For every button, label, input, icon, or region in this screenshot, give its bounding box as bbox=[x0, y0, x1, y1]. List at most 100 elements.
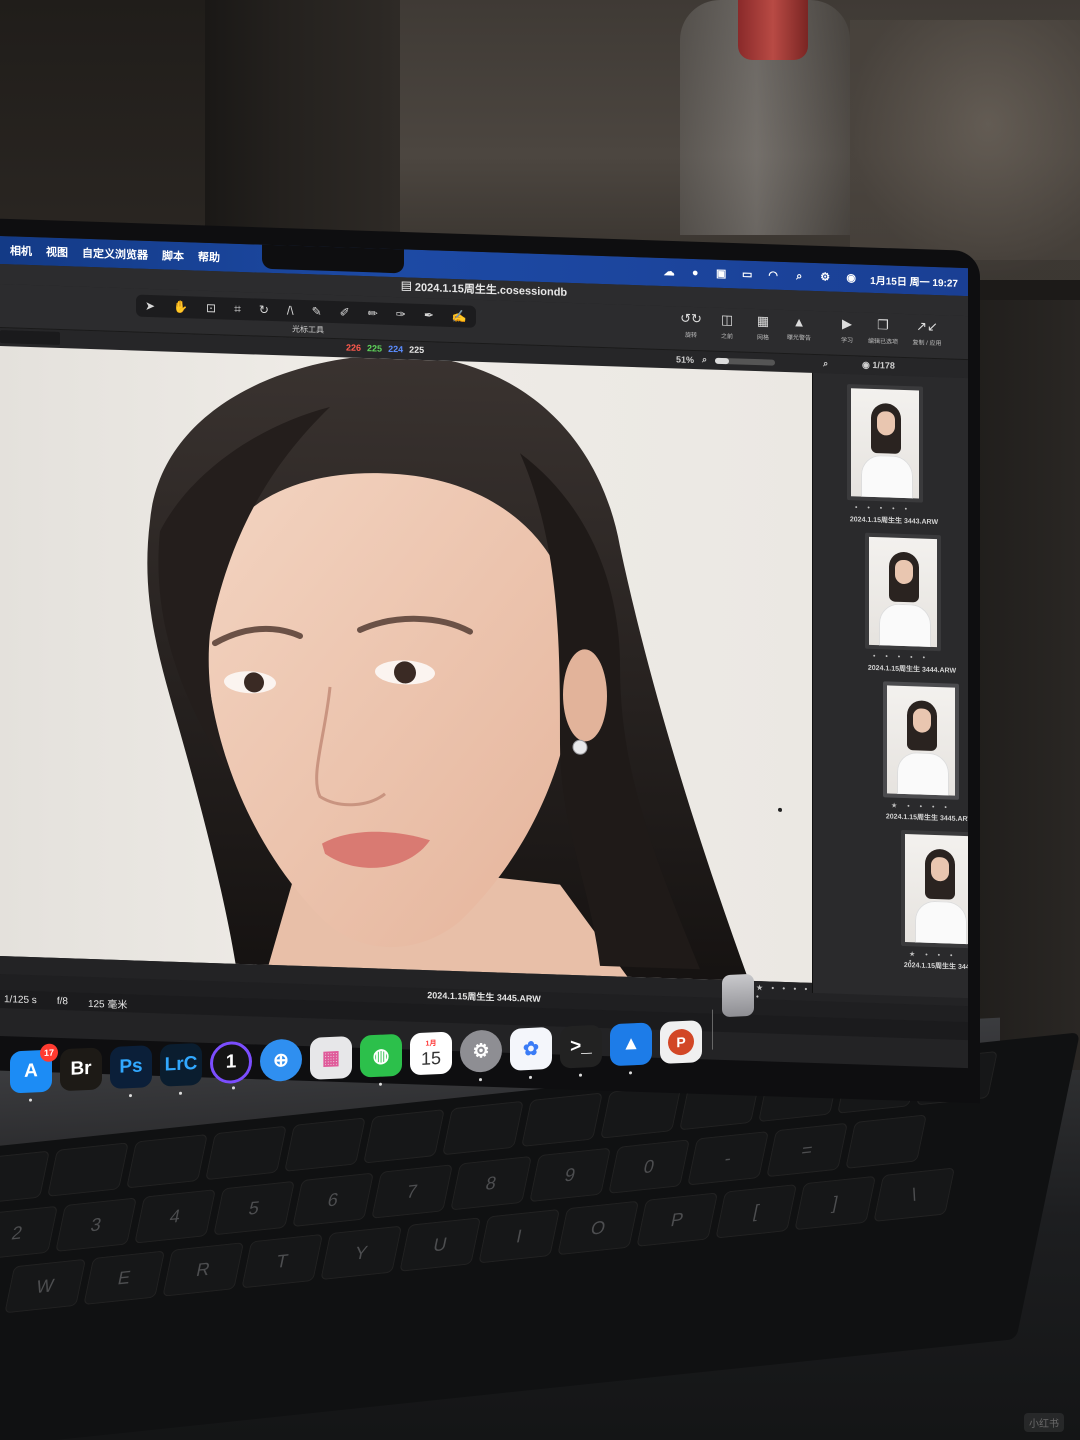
cursor-tool-icon[interactable]: ➤ bbox=[145, 299, 155, 313]
active-tool-label: 光标工具 bbox=[292, 324, 324, 335]
eye-icon[interactable]: ◉ bbox=[862, 360, 872, 370]
crop-tool-icon[interactable]: ⌗ bbox=[234, 301, 241, 316]
keyboard-key: [ bbox=[715, 1184, 798, 1239]
running-indicator bbox=[579, 1073, 582, 1077]
thumbnail-4[interactable] bbox=[901, 829, 968, 949]
zoom-control: 51% ⌕ ⌕ bbox=[676, 353, 828, 369]
menu-help[interactable]: 帮助 bbox=[198, 249, 220, 266]
eraser-tool-icon[interactable]: ✏ bbox=[368, 306, 378, 320]
thumbnail-rating[interactable]: • • • • • bbox=[855, 504, 911, 513]
thumbnail-image bbox=[887, 685, 955, 796]
annotate-tool-icon[interactable]: ✍ bbox=[452, 309, 467, 323]
dock-safari-icon[interactable]: ⊕ bbox=[260, 1038, 302, 1083]
dust-spot bbox=[778, 807, 782, 812]
style-selector[interactable] bbox=[0, 330, 60, 345]
dock-keynote-icon[interactable]: ▲ bbox=[610, 1022, 652, 1075]
pan-tool-icon[interactable]: ✋ bbox=[173, 300, 188, 314]
control-center-icon[interactable]: ⚙ bbox=[818, 271, 832, 283]
menu-camera[interactable]: 相机 bbox=[10, 242, 32, 259]
menu-status-area: ☁ ● ▣ ▭ ◠ ⌕ ⚙ ◉ 1月15日 周一 19:27 bbox=[662, 264, 958, 289]
right-toolbar: ↺↻ 旋转 ◫ 之前 ▦ 网格 ▲ 曝光警告 ▶ 学习 ❐ 编辑已选项 ↗↙ 复制 / 应用 bbox=[678, 310, 942, 348]
rotate-button[interactable]: ↺↻ 旋转 bbox=[678, 310, 704, 340]
thumbnail-2[interactable] bbox=[865, 532, 941, 652]
exposure-warning-button[interactable]: ▲ 曝光警告 bbox=[786, 314, 812, 343]
calendar-month: 1月 bbox=[425, 1039, 437, 1048]
thumbnail-face bbox=[913, 708, 931, 733]
menu-clock[interactable]: 1月15日 周一 19:27 bbox=[870, 271, 958, 289]
dark-shelf bbox=[205, 0, 400, 240]
thumbnail-filename: 2024.1.15周生生 3446.ARW bbox=[903, 961, 968, 972]
heal-tool-icon[interactable]: ✑ bbox=[396, 307, 406, 321]
dock-terminal-icon[interactable]: >_ bbox=[560, 1024, 602, 1077]
dock-photoshop-icon[interactable]: Ps bbox=[110, 1045, 152, 1098]
running-indicator bbox=[129, 1094, 132, 1098]
keyboard-key: T bbox=[241, 1233, 324, 1289]
keyboard-key bbox=[284, 1117, 366, 1172]
wifi-icon[interactable]: ◠ bbox=[766, 269, 780, 281]
thumbnail-image bbox=[869, 536, 937, 648]
brush-tool-icon[interactable]: ✐ bbox=[340, 305, 350, 319]
running-indicator bbox=[179, 1091, 182, 1095]
dock-capture-one-icon[interactable]: 1 bbox=[210, 1040, 252, 1090]
keyboard-key: ] bbox=[794, 1175, 877, 1231]
keyboard-key: 8 bbox=[450, 1155, 532, 1211]
dock-system-settings-icon[interactable]: ⚙ bbox=[460, 1029, 502, 1082]
keyboard-key: 4 bbox=[134, 1189, 216, 1244]
trash-icon[interactable] bbox=[722, 973, 754, 1018]
keyboard-key: 7 bbox=[371, 1164, 453, 1219]
red-value: 226 bbox=[346, 342, 362, 353]
menu-custom-browser[interactable]: 自定义浏览器 bbox=[82, 245, 148, 263]
thumbnail-3[interactable] bbox=[883, 681, 959, 800]
keystone-tool-icon[interactable]: /\ bbox=[287, 304, 294, 318]
thumbnail-face bbox=[931, 856, 949, 882]
before-button[interactable]: ◫ 之前 bbox=[714, 312, 740, 341]
battery-icon[interactable]: ▭ bbox=[740, 269, 754, 281]
thumbnail-1[interactable] bbox=[847, 384, 923, 503]
keyboard-key: U bbox=[399, 1217, 482, 1272]
dock-calendar-icon[interactable]: 1月 15 bbox=[410, 1031, 452, 1076]
thumbnail-face bbox=[877, 411, 895, 436]
thumbnail-rating[interactable]: • • • • • bbox=[873, 653, 929, 662]
copy-apply-button[interactable]: ↗↙ 复制 / 应用 bbox=[913, 318, 942, 347]
calendar-day: 15 bbox=[420, 1047, 442, 1069]
picker-tool-icon[interactable]: ✎ bbox=[312, 304, 322, 318]
rotate-tool-icon[interactable]: ↻ bbox=[259, 303, 269, 317]
input-method-icon[interactable]: ▣ bbox=[714, 268, 728, 280]
thumbnail-rating[interactable]: ★ • • • • bbox=[891, 802, 951, 812]
grid-button[interactable]: ▦ 网格 bbox=[750, 313, 776, 342]
siri-icon[interactable]: ◉ bbox=[844, 272, 858, 284]
menu-scripts[interactable]: 脚本 bbox=[162, 247, 184, 264]
green-value: 225 bbox=[367, 343, 383, 354]
dock-wechat-icon[interactable]: ◍ bbox=[360, 1033, 402, 1086]
portrait-photo bbox=[147, 354, 782, 983]
zoom-in-icon[interactable]: ⌕ bbox=[823, 358, 828, 369]
watermark: 小红书 bbox=[1024, 1413, 1064, 1432]
running-indicator bbox=[529, 1075, 532, 1079]
zoom-icon[interactable]: ⌕ bbox=[702, 354, 707, 365]
thumbnail-image bbox=[851, 388, 919, 499]
thumbnail-dress bbox=[915, 900, 967, 945]
image-viewer[interactable] bbox=[0, 346, 812, 983]
dock-launchpad-icon[interactable]: ▦ bbox=[310, 1036, 352, 1080]
dock-baidu-netdisk-icon[interactable]: ✿ bbox=[510, 1026, 552, 1079]
keyboard-key: 3 bbox=[55, 1197, 137, 1252]
edit-selected-button[interactable]: ❐ 编辑已选项 bbox=[868, 317, 898, 346]
dock-lightroom-classic-icon[interactable]: LrC bbox=[160, 1042, 202, 1095]
record-icon[interactable]: ● bbox=[688, 267, 702, 279]
dock-app-store-icon[interactable]: A 17 bbox=[10, 1043, 58, 1102]
creative-cloud-icon[interactable]: ☁ bbox=[662, 266, 676, 278]
copy-apply-icon: ↗↙ bbox=[916, 318, 938, 335]
thumbnail-dress bbox=[879, 603, 931, 648]
learn-icon: ▶ bbox=[842, 315, 852, 332]
menu-view[interactable]: 视图 bbox=[46, 244, 68, 261]
running-indicator bbox=[629, 1071, 632, 1075]
clone-tool-icon[interactable]: ✒ bbox=[424, 308, 434, 322]
dock-powerpoint-icon[interactable]: P bbox=[660, 1020, 702, 1065]
loupe-tool-icon[interactable]: ⊡ bbox=[206, 301, 216, 315]
zoom-slider[interactable] bbox=[715, 357, 776, 366]
running-indicator bbox=[29, 1098, 32, 1102]
thumbnail-dress bbox=[897, 751, 949, 796]
learn-button[interactable]: ▶ 学习 bbox=[834, 316, 860, 345]
search-icon[interactable]: ⌕ bbox=[792, 270, 806, 282]
dock-bridge-icon[interactable]: Br bbox=[60, 1047, 102, 1092]
